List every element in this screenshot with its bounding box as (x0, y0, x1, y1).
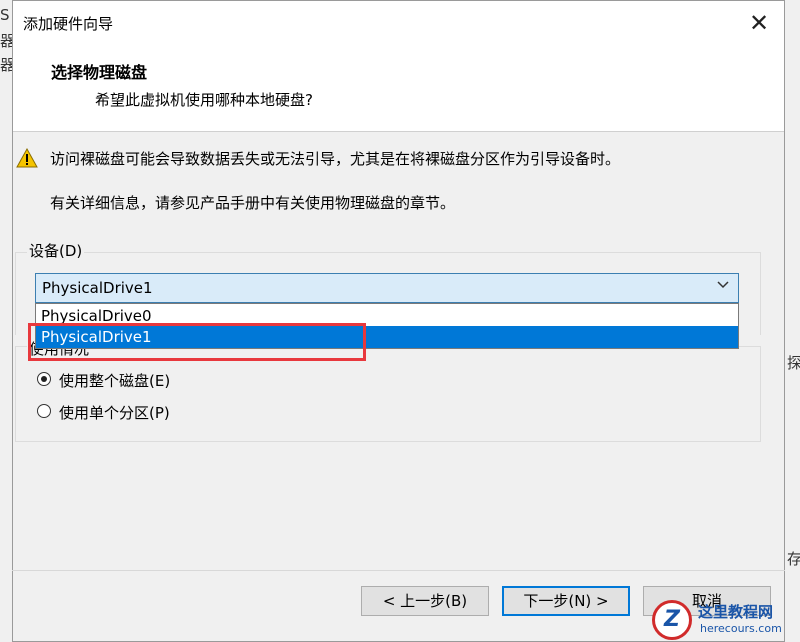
warning-icon (16, 148, 38, 168)
wizard-header: 选择物理磁盘 希望此虚拟机使用哪种本地硬盘? (13, 45, 784, 132)
radio-button[interactable] (37, 404, 51, 418)
radio-label: 使用单个分区(P) (59, 404, 170, 422)
watermark-logo-icon: Z (652, 600, 692, 640)
background-char: S (0, 6, 10, 24)
watermark: Z 这里教程网 herecours.com (650, 598, 800, 642)
background-char: 存 (787, 550, 800, 568)
next-button[interactable]: 下一步(N) > (502, 586, 630, 616)
device-combobox[interactable]: PhysicalDrive1 (35, 273, 739, 303)
annotation-highlight-box (28, 323, 366, 361)
device-group-label: 设备(D) (27, 240, 85, 261)
background-window-right: 探 存 (785, 340, 800, 642)
title-bar[interactable]: 添加硬件向导 ✕ (13, 1, 784, 45)
footer-divider (12, 570, 785, 571)
info-text: 有关详细信息，请参见产品手册中有关使用物理磁盘的章节。 (50, 194, 456, 212)
warning-text: 访问裸磁盘可能会导致数据丢失或无法引导，尤其是在将裸磁盘分区作为引导设备时。 (50, 150, 621, 168)
dialog-title: 添加硬件向导 (23, 15, 114, 33)
close-icon[interactable]: ✕ (742, 7, 776, 39)
device-label: 设备(D) (29, 242, 83, 260)
watermark-title: 这里教程网 (698, 603, 774, 621)
watermark-url: herecours.com (700, 622, 782, 635)
page-subtitle: 希望此虚拟机使用哪种本地硬盘? (95, 91, 313, 109)
radio-label: 使用整个磁盘(E) (59, 372, 171, 390)
radio-button-checked[interactable] (37, 372, 51, 386)
page-title: 选择物理磁盘 (51, 63, 148, 82)
back-button[interactable]: < 上一步(B) (361, 586, 489, 616)
background-char: 探 (787, 354, 800, 372)
combobox-value: PhysicalDrive1 (42, 279, 153, 297)
chevron-down-icon[interactable] (716, 278, 730, 294)
